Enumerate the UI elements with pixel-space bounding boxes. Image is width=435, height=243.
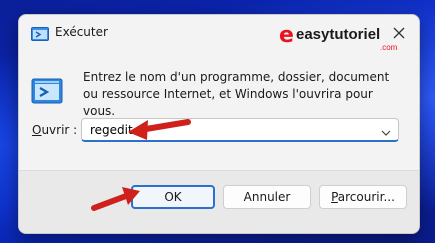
run-app-icon <box>31 78 63 104</box>
dialog-description: Entrez le nom d'un programme, dossier, d… <box>83 70 390 118</box>
ok-button[interactable]: OK <box>131 185 215 209</box>
button-bar: OK Annuler Parcourir... <box>19 170 419 233</box>
logo-domain: .com <box>380 43 398 52</box>
browse-rest: arcourir... <box>337 190 395 204</box>
chevron-down-icon[interactable] <box>380 124 392 136</box>
logo-letter: e <box>279 23 294 48</box>
close-icon[interactable] <box>391 25 407 41</box>
title-bar: Exécuter e easytutoriel .com <box>19 15 419 53</box>
cancel-button[interactable]: Annuler <box>223 185 311 209</box>
run-dialog: Exécuter e easytutoriel .com Entrez le n… <box>18 14 420 234</box>
browse-button[interactable]: Parcourir... <box>319 185 407 209</box>
browse-accel: P <box>331 190 338 204</box>
window-title: Exécuter <box>55 25 108 39</box>
open-combobox[interactable] <box>81 118 399 142</box>
open-label-rest: uvrir : <box>41 123 78 137</box>
open-input[interactable] <box>90 123 370 137</box>
run-icon <box>31 26 49 41</box>
open-label: Ouvrir : <box>32 123 77 137</box>
logo-text: easytutoriel <box>296 26 381 43</box>
